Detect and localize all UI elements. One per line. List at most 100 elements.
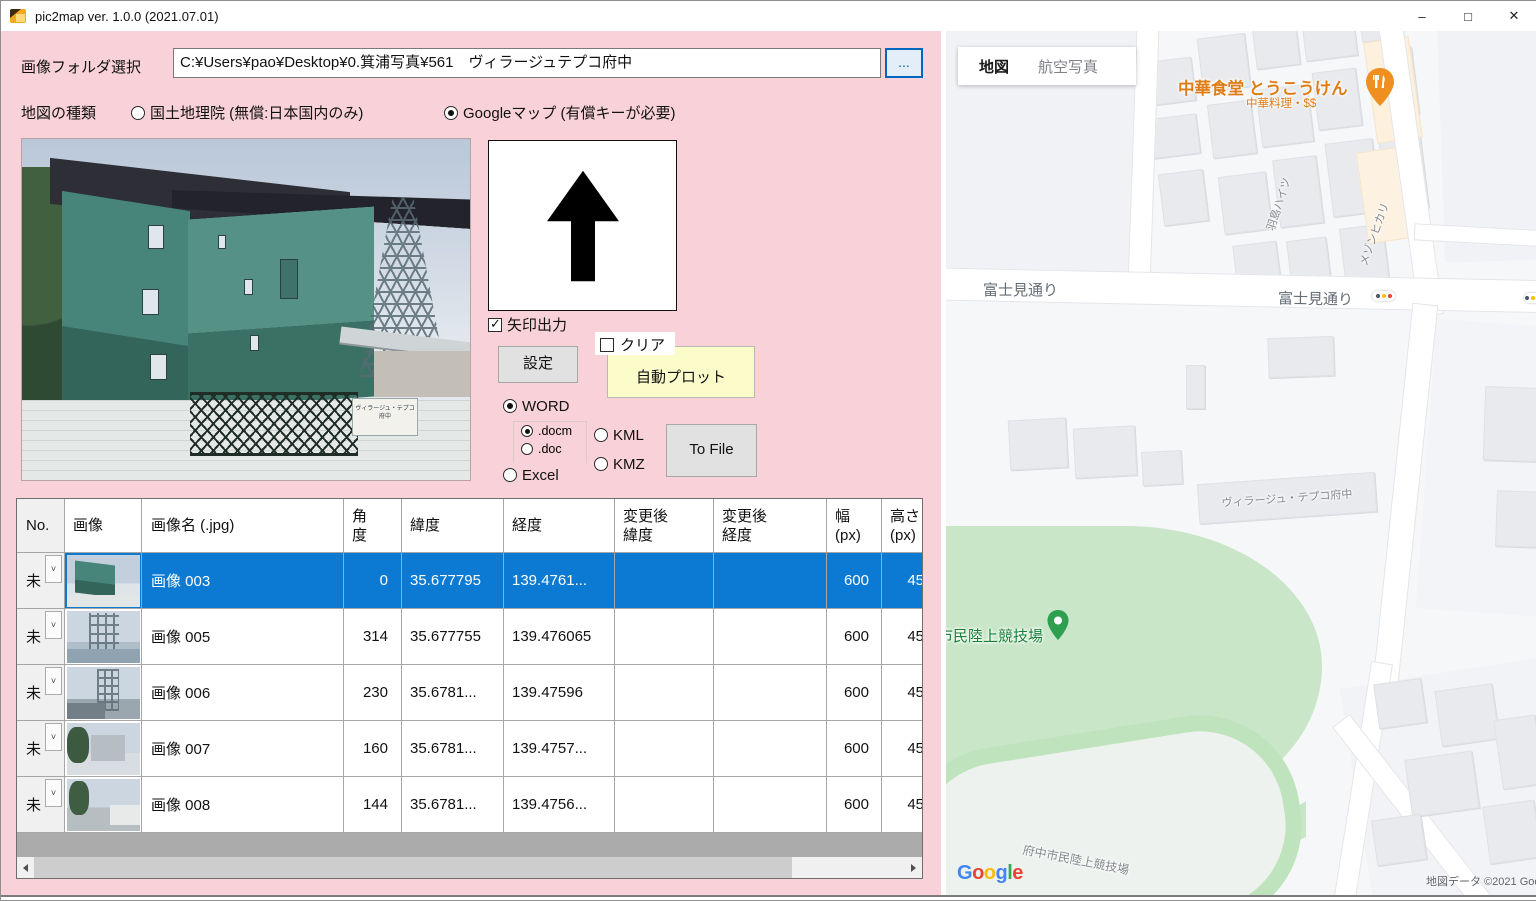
row-height-cell[interactable]: 45 xyxy=(882,553,923,609)
row-angle-cell[interactable]: 314 xyxy=(344,609,402,665)
to-file-button[interactable]: To File xyxy=(666,424,757,477)
format-option-doc[interactable]: .doc xyxy=(521,442,562,456)
row-name-cell[interactable]: 画像 005 xyxy=(142,609,344,665)
row-status-cell[interactable]: 未˅ xyxy=(17,665,65,721)
row-lng-cell[interactable]: 139.4761... xyxy=(504,553,615,609)
traffic-light-icon xyxy=(1372,291,1395,301)
row-lat-cell[interactable]: 35.6781... xyxy=(402,721,504,777)
row-status-cell[interactable]: 未˅ xyxy=(17,721,65,777)
row-angle-cell[interactable]: 144 xyxy=(344,777,402,833)
table-row[interactable]: 未˅ 画像 007 160 35.6781... 139.4757... 600… xyxy=(17,721,923,777)
radio-docm[interactable] xyxy=(521,425,533,437)
chevron-down-icon[interactable]: ˅ xyxy=(45,555,62,583)
map-building xyxy=(1371,814,1427,867)
format-option-kml[interactable]: KML xyxy=(594,427,644,445)
settings-button[interactable]: 設定 xyxy=(498,346,578,383)
row-lat-cell[interactable]: 35.677795 xyxy=(402,553,504,609)
scrollbar-right-arrow[interactable] xyxy=(905,857,922,878)
tab-map[interactable]: 地図 xyxy=(979,56,1009,77)
row-status-cell[interactable]: 未˅ xyxy=(17,553,65,609)
row-lat-cell[interactable]: 35.6781... xyxy=(402,777,504,833)
stadium-pin-icon[interactable] xyxy=(1046,609,1070,641)
row-newlng-cell[interactable] xyxy=(714,665,827,721)
table-row[interactable]: 未˅ 画像 006 230 35.6781... 139.47596 600 4… xyxy=(17,665,923,721)
row-image-cell xyxy=(65,777,142,833)
format-option-word[interactable]: WORD xyxy=(503,398,570,416)
arrow-output-checkbox-row[interactable]: 矢印出力 xyxy=(488,314,567,335)
clear-checkbox[interactable] xyxy=(600,338,614,352)
row-newlng-cell[interactable] xyxy=(714,553,827,609)
arrow-output-checkbox[interactable] xyxy=(488,318,502,332)
map-canvas[interactable]: ヴィラージュ・テプコ府中 中華食堂 とうこうけん 中華料理・$$ 羽島ハイツ メ… xyxy=(946,31,1536,897)
row-lat-cell[interactable]: 35.677755 xyxy=(402,609,504,665)
browse-button[interactable]: ... xyxy=(885,48,923,78)
row-height-cell[interactable]: 45 xyxy=(882,721,923,777)
restaurant-pin-icon[interactable] xyxy=(1364,67,1396,107)
photo-thumbnail xyxy=(67,779,140,831)
row-newlng-cell[interactable] xyxy=(714,721,827,777)
row-newlat-cell[interactable] xyxy=(615,721,714,777)
chevron-down-icon[interactable]: ˅ xyxy=(45,779,62,807)
row-name-cell[interactable]: 画像 007 xyxy=(142,721,344,777)
chevron-down-icon[interactable]: ˅ xyxy=(45,667,62,695)
row-width-cell[interactable]: 600 xyxy=(827,721,882,777)
format-option-kmz[interactable]: KMZ xyxy=(594,456,645,474)
radio-kmz[interactable] xyxy=(594,457,608,471)
radio-google[interactable] xyxy=(444,106,458,120)
row-angle-cell[interactable]: 230 xyxy=(344,665,402,721)
clear-checkbox-row[interactable]: クリア xyxy=(595,332,675,355)
row-lng-cell[interactable]: 139.47596 xyxy=(504,665,615,721)
row-height-cell[interactable]: 45 xyxy=(882,609,923,665)
row-width-cell[interactable]: 600 xyxy=(827,777,882,833)
grid-header-row: No. 画像 画像名 (.jpg) 角 度 緯度 経度 変更後 緯度 変更後 経… xyxy=(17,499,923,553)
radio-word[interactable] xyxy=(503,399,517,413)
format-option-excel[interactable]: Excel xyxy=(503,467,559,485)
folder-path-input[interactable]: C:¥Users¥pao¥Desktop¥0.箕浦写真¥561 ヴィラージュテプ… xyxy=(173,48,881,78)
row-newlat-cell[interactable] xyxy=(615,553,714,609)
row-name-cell[interactable]: 画像 006 xyxy=(142,665,344,721)
row-newlng-cell[interactable] xyxy=(714,777,827,833)
row-width-cell[interactable]: 600 xyxy=(827,665,882,721)
row-newlat-cell[interactable] xyxy=(615,777,714,833)
chevron-down-icon[interactable]: ˅ xyxy=(45,723,62,751)
scrollbar-left-arrow[interactable] xyxy=(17,857,34,878)
maximize-button[interactable]: □ xyxy=(1445,1,1491,31)
scrollbar-track[interactable] xyxy=(34,857,905,878)
google-logo[interactable]: Google xyxy=(957,862,1023,885)
format-option-docm[interactable]: .docm xyxy=(521,424,572,438)
radio-excel[interactable] xyxy=(503,468,517,482)
row-lng-cell[interactable]: 139.4757... xyxy=(504,721,615,777)
tab-satellite[interactable]: 航空写真 xyxy=(1038,56,1098,77)
table-row[interactable]: 未˅ 画像 003 0 35.677795 139.4761... 600 45 xyxy=(17,553,923,609)
row-name-cell[interactable]: 画像 008 xyxy=(142,777,344,833)
row-name-cell[interactable]: 画像 003 xyxy=(142,553,344,609)
row-lng-cell[interactable]: 139.476065 xyxy=(504,609,615,665)
row-height-cell[interactable]: 45 xyxy=(882,777,923,833)
table-row[interactable]: 未˅ 画像 005 314 35.677755 139.476065 600 4… xyxy=(17,609,923,665)
close-button[interactable]: ✕ xyxy=(1491,1,1536,31)
row-angle-cell[interactable]: 0 xyxy=(344,553,402,609)
table-row[interactable]: 未˅ 画像 008 144 35.6781... 139.4756... 600… xyxy=(17,777,923,833)
stadium-label[interactable]: 市民陸上競技場 xyxy=(946,625,1043,646)
row-newlng-cell[interactable] xyxy=(714,609,827,665)
minimize-button[interactable]: – xyxy=(1399,1,1445,31)
horizontal-scrollbar[interactable] xyxy=(17,857,922,878)
map-type-option-google[interactable]: Googleマップ (有償キーが必要) xyxy=(444,102,676,123)
scrollbar-thumb[interactable] xyxy=(34,857,792,878)
row-lng-cell[interactable]: 139.4756... xyxy=(504,777,615,833)
radio-gsi[interactable] xyxy=(131,106,145,120)
row-newlat-cell[interactable] xyxy=(615,665,714,721)
row-status-cell[interactable]: 未˅ xyxy=(17,609,65,665)
row-newlat-cell[interactable] xyxy=(615,609,714,665)
photo-window xyxy=(150,354,167,380)
row-height-cell[interactable]: 45 xyxy=(882,665,923,721)
map-type-option-gsi[interactable]: 国土地理院 (無償:日本国内のみ) xyxy=(131,102,363,123)
row-width-cell[interactable]: 600 xyxy=(827,609,882,665)
radio-kml[interactable] xyxy=(594,428,608,442)
row-status-cell[interactable]: 未˅ xyxy=(17,777,65,833)
row-angle-cell[interactable]: 160 xyxy=(344,721,402,777)
chevron-down-icon[interactable]: ˅ xyxy=(45,611,62,639)
row-lat-cell[interactable]: 35.6781... xyxy=(402,665,504,721)
radio-doc[interactable] xyxy=(521,443,533,455)
row-width-cell[interactable]: 600 xyxy=(827,553,882,609)
